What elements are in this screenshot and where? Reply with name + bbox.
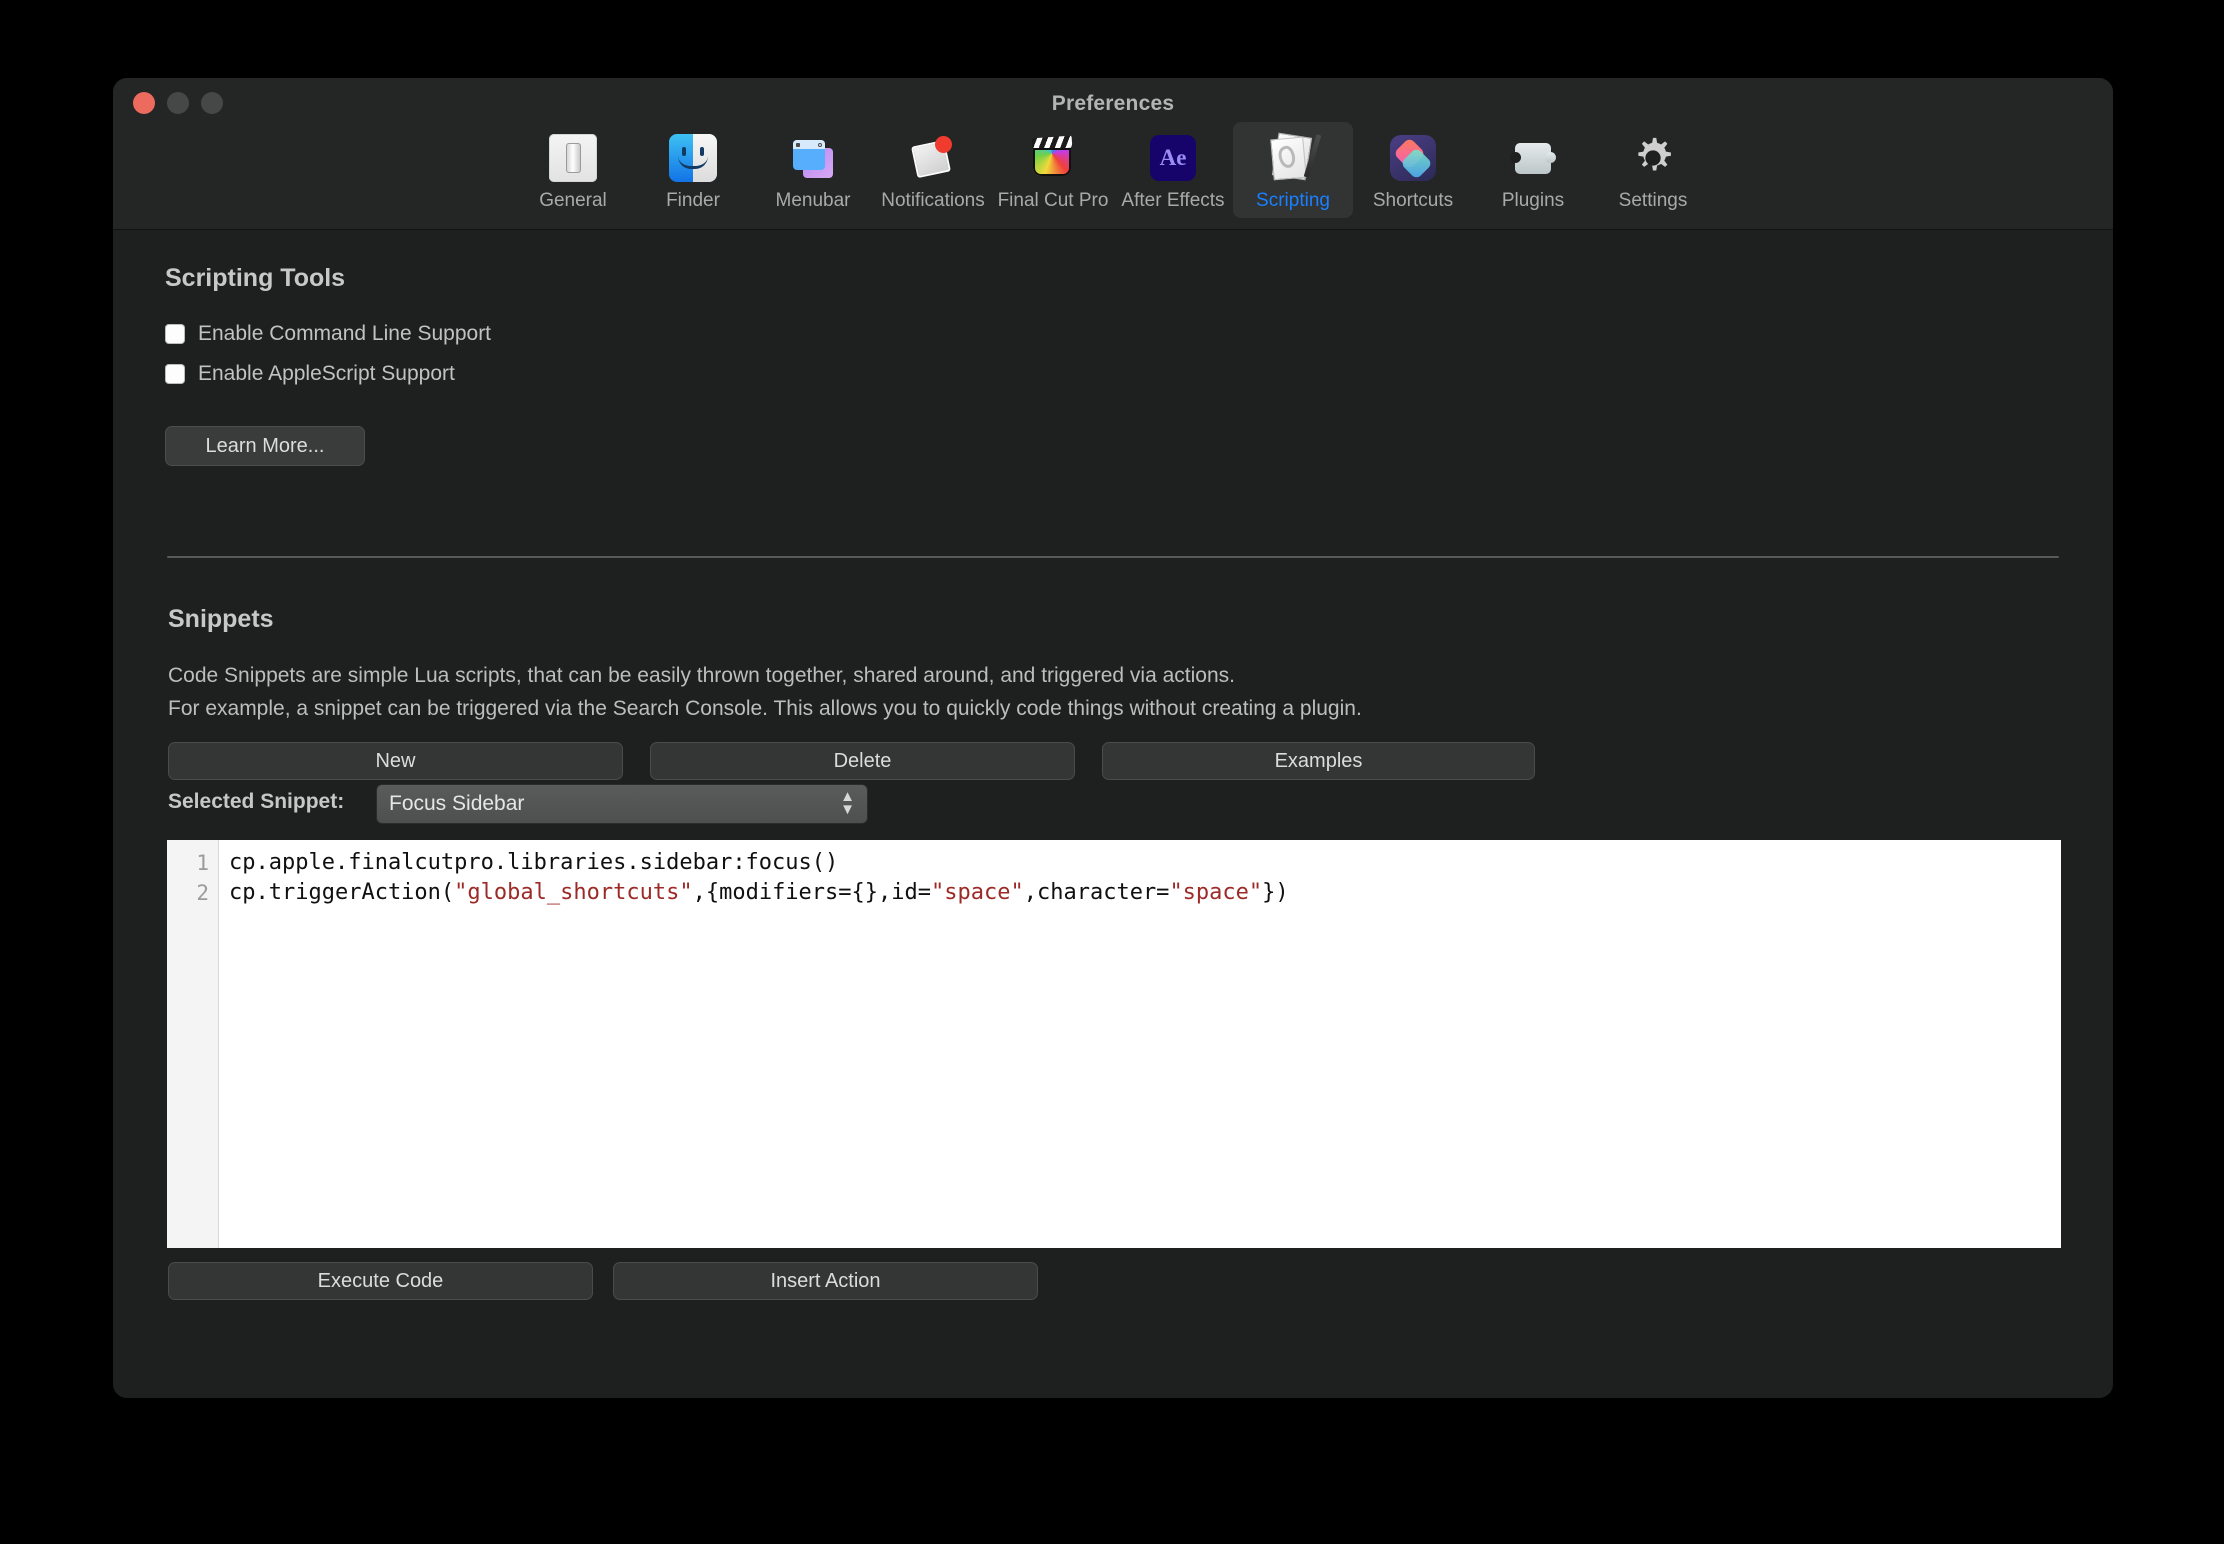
selected-snippet-dropdown[interactable]: Focus Sidebar ▲ ▼	[376, 784, 868, 824]
code-string-literal: "space"	[1169, 880, 1263, 905]
editor-line-number-gutter: 1 2	[167, 840, 219, 1248]
examples-snippet-button[interactable]: Examples	[1102, 742, 1535, 780]
plugins-icon	[1505, 130, 1561, 186]
preferences-window: Preferences General Finder Menubar Notif…	[113, 78, 2113, 1398]
tab-settings[interactable]: Settings	[1593, 122, 1713, 218]
snippets-description-line1: Code Snippets are simple Lua scripts, th…	[168, 664, 1235, 687]
section-divider	[167, 556, 2059, 558]
tab-notifications[interactable]: Notifications	[873, 122, 993, 218]
new-snippet-button[interactable]: New	[168, 742, 623, 780]
line-number: 2	[196, 881, 209, 905]
page-title: Preferences	[1051, 92, 1175, 115]
snippets-description-line2: For example, a snippet can be triggered …	[168, 697, 1362, 720]
enable-applescript-support-label: Enable AppleScript Support	[198, 362, 455, 385]
line-number: 1	[196, 851, 209, 875]
code-string-literal: "global_shortcuts"	[454, 880, 693, 905]
tab-final-cut-pro[interactable]: Final Cut Pro	[993, 122, 1113, 218]
general-icon	[545, 130, 601, 186]
editor-code-area[interactable]: cp.apple.finalcutpro.libraries.sidebar:f…	[219, 840, 2061, 1248]
finder-icon	[665, 130, 721, 186]
tab-notifications-label: Notifications	[881, 190, 985, 211]
execute-code-button[interactable]: Execute Code	[168, 1262, 593, 1300]
tab-shortcuts[interactable]: Shortcuts	[1353, 122, 1473, 218]
code-text: cp.apple.finalcutpro.libraries.sidebar:f…	[229, 850, 839, 875]
tab-finder-label: Finder	[666, 190, 720, 211]
code-string-literal: "space"	[931, 880, 1024, 905]
tab-finder[interactable]: Finder	[633, 122, 753, 218]
selected-snippet-label: Selected Snippet:	[168, 790, 345, 813]
code-text: ,character=	[1023, 880, 1170, 905]
tab-menubar-label: Menubar	[775, 190, 851, 211]
shortcuts-icon	[1385, 130, 1441, 186]
chevron-up-down-icon: ▲ ▼	[840, 788, 855, 818]
code-text: ,{modifiers={},id=	[692, 880, 932, 905]
enable-applescript-support-checkbox[interactable]	[165, 364, 185, 384]
tab-general-label: General	[539, 190, 607, 211]
scripting-icon	[1265, 130, 1322, 186]
tab-after-effects[interactable]: Ae After Effects	[1113, 122, 1233, 218]
tab-after-effects-label: After Effects	[1121, 190, 1225, 211]
menubar-icon	[785, 130, 841, 186]
code-line-1: cp.apple.finalcutpro.libraries.sidebar:f…	[229, 848, 2061, 878]
code-text: })	[1262, 880, 1289, 905]
preferences-toolbar: General Finder Menubar Notifications Fin…	[113, 122, 2113, 218]
tab-general[interactable]: General	[513, 122, 633, 218]
window-titlebar: Preferences General Finder Menubar Notif…	[113, 78, 2113, 230]
enable-applescript-support-row[interactable]: Enable AppleScript Support	[165, 362, 455, 386]
settings-gear-icon	[1625, 130, 1681, 186]
code-line-2: cp.triggerAction("global_shortcuts",{mod…	[229, 878, 2061, 908]
scripting-tools-heading: Scripting Tools	[165, 264, 346, 292]
code-text: cp.triggerAction(	[229, 880, 455, 905]
learn-more-button[interactable]: Learn More...	[165, 426, 365, 466]
selected-snippet-value: Focus Sidebar	[389, 792, 525, 815]
delete-snippet-button[interactable]: Delete	[650, 742, 1075, 780]
tab-scripting-label: Scripting	[1256, 190, 1330, 211]
tab-final-cut-pro-label: Final Cut Pro	[997, 190, 1109, 211]
tab-scripting[interactable]: Scripting	[1233, 122, 1353, 218]
after-effects-icon: Ae	[1145, 130, 1201, 186]
snippets-heading: Snippets	[168, 605, 274, 633]
tab-plugins[interactable]: Plugins	[1473, 122, 1593, 218]
enable-command-line-support-row[interactable]: Enable Command Line Support	[165, 322, 491, 346]
tab-menubar[interactable]: Menubar	[753, 122, 873, 218]
tab-shortcuts-label: Shortcuts	[1372, 190, 1454, 211]
preferences-content: Scripting Tools Enable Command Line Supp…	[113, 230, 2113, 1398]
insert-action-button[interactable]: Insert Action	[613, 1262, 1038, 1300]
enable-command-line-support-checkbox[interactable]	[165, 324, 185, 344]
enable-command-line-support-label: Enable Command Line Support	[198, 322, 492, 345]
final-cut-pro-icon	[1025, 130, 1081, 186]
tab-plugins-label: Plugins	[1501, 190, 1565, 211]
code-editor[interactable]: 1 2 cp.apple.finalcutpro.libraries.sideb…	[167, 840, 2061, 1248]
notifications-icon	[905, 130, 961, 186]
tab-settings-label: Settings	[1618, 190, 1688, 211]
after-effects-glyph: Ae	[1150, 135, 1196, 181]
